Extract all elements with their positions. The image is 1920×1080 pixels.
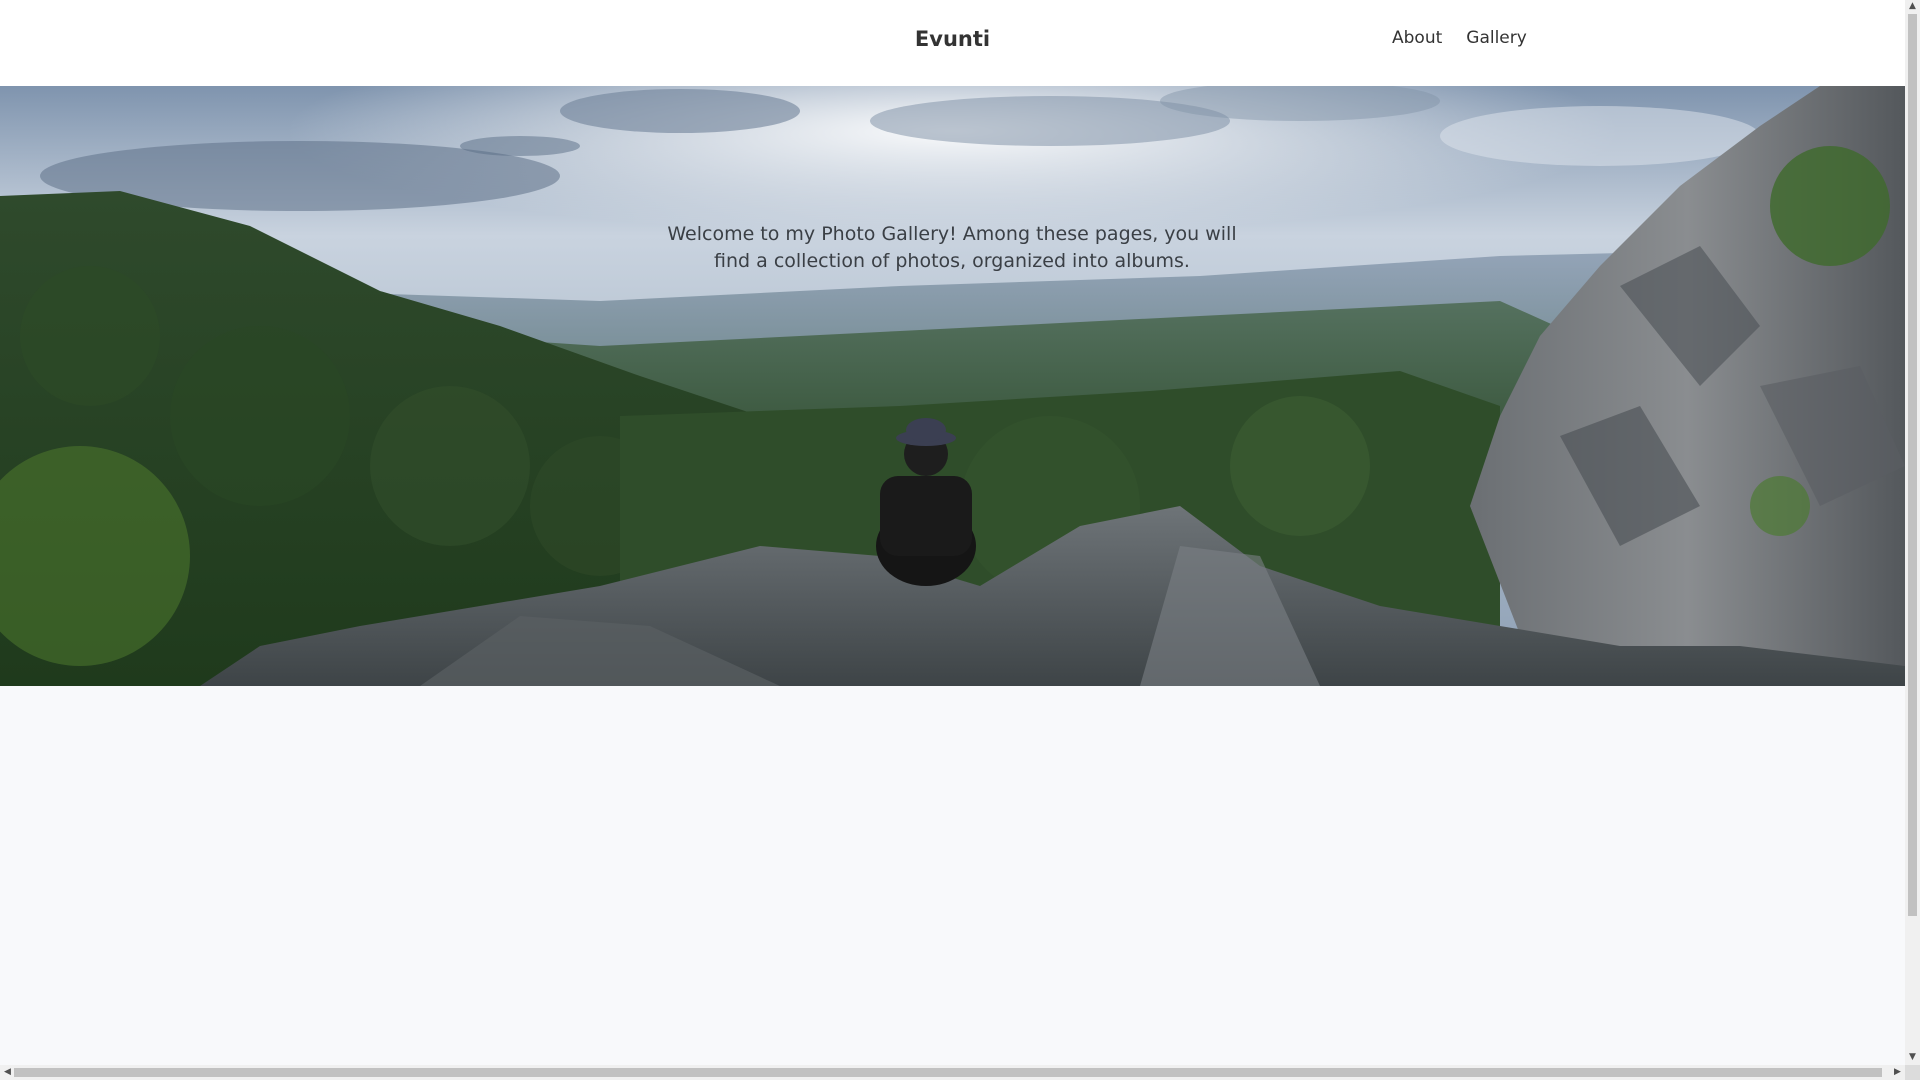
arrow-right-icon[interactable]: ▶: [1890, 1068, 1905, 1077]
hero-banner: Welcome to my Photo Gallery! Among these…: [0, 86, 1905, 686]
nav-links: About Gallery: [1392, 27, 1527, 49]
nav-link-about[interactable]: About: [1392, 27, 1442, 49]
vertical-scroll-thumb[interactable]: [1908, 14, 1917, 916]
scrollbar-corner: [1905, 1065, 1920, 1080]
horizontal-scrollbar[interactable]: ◀ ▶: [0, 1065, 1905, 1080]
arrow-left-icon[interactable]: ◀: [0, 1068, 15, 1077]
nav-link-gallery[interactable]: Gallery: [1466, 27, 1527, 49]
horizontal-scroll-thumb[interactable]: [14, 1068, 1882, 1077]
arrow-up-icon[interactable]: ▲: [1905, 2, 1920, 11]
navbar: Evunti About Gallery: [0, 0, 1905, 86]
page: Evunti About Gallery Welcome to my Photo…: [0, 0, 1905, 1065]
site-brand[interactable]: Evunti: [0, 25, 1905, 53]
hero-welcome-text: Welcome to my Photo Gallery! Among these…: [667, 223, 1237, 272]
arrow-down-icon[interactable]: ▼: [1905, 1053, 1920, 1062]
hero-landscape-image: [0, 86, 1905, 686]
vertical-scrollbar[interactable]: ▲ ▼: [1905, 0, 1920, 1065]
